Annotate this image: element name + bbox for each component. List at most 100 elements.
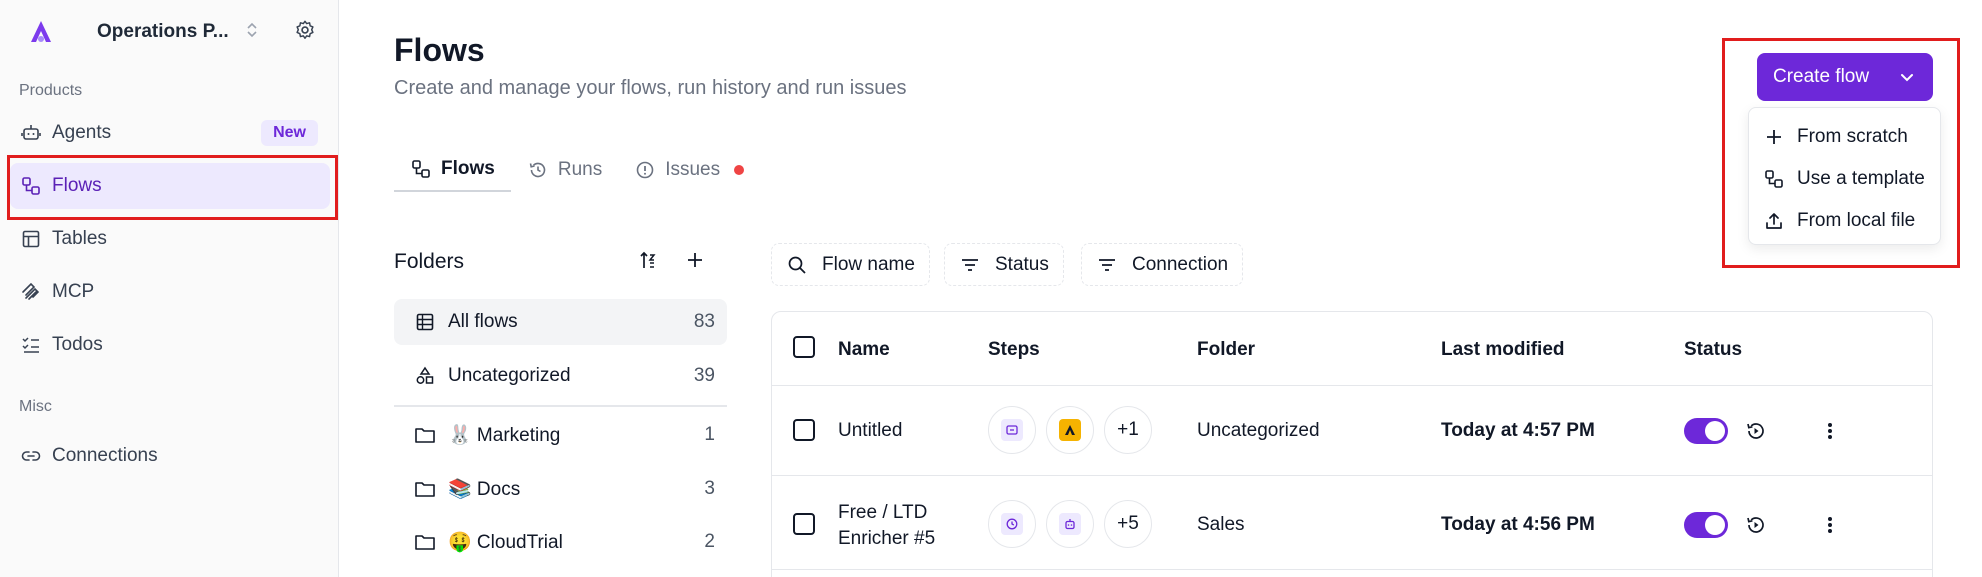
select-all-checkbox[interactable] bbox=[793, 336, 815, 358]
folder-cloudtrial[interactable]: 🤑 CloudTrial 2 bbox=[394, 519, 727, 565]
folder-icon bbox=[414, 478, 436, 500]
filter-connection[interactable]: Connection bbox=[1081, 243, 1244, 286]
sort-icon[interactable] bbox=[638, 250, 660, 277]
folder-label: 🐰 Marketing bbox=[448, 425, 561, 446]
chevron-down-icon[interactable] bbox=[1899, 69, 1915, 91]
create-flow-menu: From scratch Use a template From local f… bbox=[1748, 107, 1941, 245]
sidebar-section-products: Products bbox=[19, 82, 83, 99]
row-divider bbox=[772, 475, 1932, 476]
row-divider bbox=[772, 385, 1932, 386]
sidebar-item-label: Connections bbox=[52, 445, 158, 466]
column-header-name[interactable]: Name bbox=[838, 339, 890, 361]
sidebar-item-agents[interactable]: Agents New bbox=[10, 110, 330, 156]
more-steps-count: +1 bbox=[1104, 406, 1152, 454]
menu-item-label: From scratch bbox=[1797, 126, 1908, 147]
folder-icon bbox=[414, 424, 436, 446]
sidebar-item-label: MCP bbox=[52, 281, 95, 302]
new-badge: New bbox=[261, 120, 318, 146]
folders-title: Folders bbox=[394, 250, 465, 273]
filter-icon bbox=[959, 254, 981, 276]
step-icon-webhook bbox=[988, 406, 1036, 454]
column-header-steps: Steps bbox=[988, 339, 1040, 360]
column-header-folder: Folder bbox=[1197, 339, 1256, 360]
sidebar-item-connections[interactable]: Connections bbox=[10, 433, 330, 479]
create-flow-button[interactable]: Create flow bbox=[1757, 53, 1933, 101]
sidebar-item-todos[interactable]: Todos bbox=[10, 322, 330, 368]
tab-label: Flows bbox=[441, 158, 495, 179]
filter-label: Flow name bbox=[822, 253, 915, 275]
row-checkbox[interactable] bbox=[793, 513, 815, 535]
gear-icon[interactable] bbox=[294, 19, 316, 46]
menu-item-from-scratch[interactable]: From scratch bbox=[1763, 122, 1908, 152]
add-folder-icon[interactable] bbox=[685, 250, 705, 275]
run-history-icon[interactable] bbox=[1745, 514, 1767, 541]
sidebar-item-mcp[interactable]: MCP bbox=[10, 269, 330, 315]
flow-status-toggle[interactable] bbox=[1684, 418, 1728, 444]
folder-divider bbox=[394, 405, 727, 407]
folder-docs[interactable]: 📚 Docs 3 bbox=[394, 466, 727, 512]
page-subtitle: Create and manage your flows, run histor… bbox=[394, 77, 907, 99]
folder-icon bbox=[414, 531, 436, 553]
folder-all-flows[interactable]: All flows 83 bbox=[394, 299, 727, 345]
filter-status[interactable]: Status bbox=[944, 243, 1064, 286]
flow-name[interactable]: Untitled bbox=[838, 420, 902, 442]
app-logo-icon bbox=[26, 17, 56, 47]
upload-icon bbox=[1763, 210, 1785, 232]
more-options-icon[interactable] bbox=[1826, 420, 1834, 447]
folder-marketing[interactable]: 🐰 Marketing 1 bbox=[394, 412, 727, 458]
flow-icon bbox=[1763, 168, 1785, 190]
bot-icon bbox=[1059, 513, 1081, 535]
flow-name-continued[interactable]: Enricher #5 bbox=[838, 528, 935, 550]
project-switcher[interactable]: Operations P... bbox=[26, 14, 326, 50]
folder-label: Uncategorized bbox=[448, 365, 571, 386]
sidebar-item-flows[interactable]: Flows bbox=[10, 163, 330, 209]
sidebar-item-label: Tables bbox=[52, 228, 107, 249]
chevron-up-down-icon bbox=[244, 20, 260, 45]
column-header-status: Status bbox=[1684, 339, 1743, 360]
sidebar-item-label: Todos bbox=[52, 334, 103, 355]
filter-label: Status bbox=[995, 253, 1049, 275]
menu-item-from-local-file[interactable]: From local file bbox=[1763, 206, 1915, 236]
app-logo-icon bbox=[1059, 419, 1081, 441]
tab-flows[interactable]: Flows bbox=[394, 148, 511, 192]
search-icon bbox=[786, 254, 808, 276]
sidebar-item-tables[interactable]: Tables bbox=[10, 216, 330, 262]
tab-runs[interactable]: Runs bbox=[511, 148, 618, 192]
flow-last-modified: Today at 4:57 PM bbox=[1441, 420, 1595, 441]
folder-count: 83 bbox=[693, 311, 715, 332]
tab-label: Issues bbox=[665, 159, 721, 180]
flow-name[interactable]: Free / LTD bbox=[838, 502, 927, 524]
webhook-icon bbox=[1001, 419, 1023, 441]
table-icon bbox=[414, 311, 436, 333]
filter-flow-name[interactable]: Flow name bbox=[771, 243, 930, 286]
tab-issues[interactable]: Issues bbox=[618, 148, 760, 192]
row-divider bbox=[772, 569, 1932, 570]
flows-table: Name Steps Folder Last modified Status U… bbox=[771, 311, 1933, 577]
tab-bar: Flows Runs Issues bbox=[394, 148, 760, 192]
project-name: Operations P... bbox=[97, 21, 229, 42]
page-title: Flows bbox=[394, 32, 485, 68]
flow-last-modified: Today at 4:56 PM bbox=[1441, 514, 1595, 535]
flow-folder: Uncategorized bbox=[1197, 420, 1320, 441]
menu-item-use-template[interactable]: Use a template bbox=[1763, 164, 1925, 194]
shapes-icon bbox=[414, 365, 436, 387]
column-header-last-modified[interactable]: Last modified bbox=[1441, 339, 1565, 361]
more-options-icon[interactable] bbox=[1826, 514, 1834, 541]
run-history-icon[interactable] bbox=[1745, 420, 1767, 447]
todo-list-icon bbox=[20, 334, 42, 356]
folder-count: 39 bbox=[693, 365, 715, 386]
folder-uncategorized[interactable]: Uncategorized 39 bbox=[394, 353, 727, 399]
alert-circle-icon bbox=[634, 159, 656, 181]
more-steps-count: +5 bbox=[1104, 500, 1152, 548]
folder-count: 2 bbox=[704, 531, 715, 552]
sidebar-section-misc: Misc bbox=[19, 398, 52, 415]
step-icon-agent bbox=[1046, 500, 1094, 548]
menu-item-label: From local file bbox=[1797, 210, 1916, 231]
row-checkbox[interactable] bbox=[793, 419, 815, 441]
folder-label: 📚 Docs bbox=[448, 479, 521, 500]
filter-icon bbox=[1096, 254, 1118, 276]
flow-status-toggle[interactable] bbox=[1684, 512, 1728, 538]
clock-icon bbox=[1001, 513, 1023, 535]
flow-icon bbox=[410, 158, 432, 180]
bot-icon bbox=[20, 122, 42, 144]
